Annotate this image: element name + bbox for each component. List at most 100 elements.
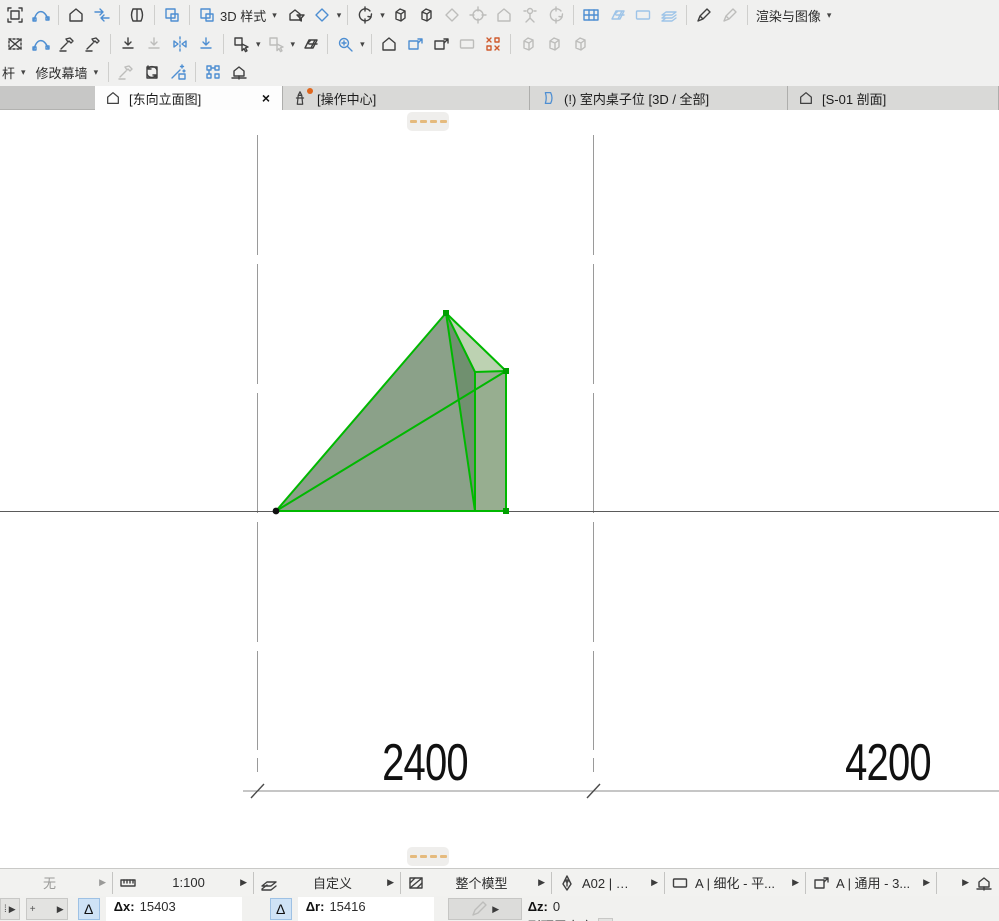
dr-field[interactable]: Δr: 15416 α: 2.23° <box>297 897 434 921</box>
bottom-pan-marker[interactable] <box>407 847 449 866</box>
polygon-edit-button[interactable] <box>28 32 54 56</box>
stretch-arrows-button[interactable] <box>89 3 115 27</box>
home-view-button[interactable] <box>376 32 402 56</box>
pick-up-icon <box>232 35 250 53</box>
chevron-down-icon[interactable]: ▾ <box>291 39 296 50</box>
tab-action-center[interactable]: [操作中心] <box>283 86 530 110</box>
add-current-view-button[interactable] <box>402 32 428 56</box>
close-icon[interactable]: × <box>258 90 274 106</box>
swap-xo-button[interactable] <box>480 32 506 56</box>
tracker-add-button[interactable]: + ▶ <box>25 898 68 920</box>
rect-frame-icon <box>671 874 689 892</box>
adjust-elements-button[interactable] <box>54 32 80 56</box>
capture-image-button[interactable] <box>2 3 28 27</box>
home-view-3d-button[interactable] <box>491 3 517 27</box>
home-3d-icon <box>495 6 513 24</box>
align-plane-button[interactable] <box>297 32 323 56</box>
copy-settings-button[interactable] <box>159 3 185 27</box>
top-pan-marker[interactable] <box>407 112 449 131</box>
roof-tool-button[interactable] <box>63 3 89 27</box>
sync-settings-button[interactable] <box>139 60 165 84</box>
dz-field[interactable]: Δz: 0 到顶层高度 ▶ <box>528 897 613 921</box>
delta-toggle-x[interactable]: Δ <box>77 898 100 920</box>
zoom-selection-button[interactable] <box>332 32 358 56</box>
elevate-button[interactable] <box>193 32 219 56</box>
perspective-view-button[interactable] <box>387 3 413 27</box>
chevron-right-icon: ▶ <box>8 903 16 914</box>
paint-brush-icon <box>695 6 713 24</box>
camera-tool-button[interactable] <box>517 3 543 27</box>
editing-plane-button[interactable] <box>630 3 656 27</box>
story-settings-button[interactable] <box>226 60 252 84</box>
model-filter-selector[interactable]: 整个模型 ▶ <box>401 869 551 896</box>
orbit-reset-button[interactable] <box>543 3 569 27</box>
magic-wand-settings-button[interactable] <box>165 60 191 84</box>
marker-style-selector[interactable]: A | 通用 - 3... ▶ <box>806 869 936 896</box>
filter-elements-3d-button[interactable] <box>283 3 309 27</box>
tab-east-elevation[interactable]: [东向立面图] × <box>95 86 283 110</box>
dimension-annotation[interactable]: 2400 4200 <box>243 733 999 799</box>
z-reference-button[interactable]: ▶ <box>447 898 522 920</box>
chevron-down-icon[interactable]: ▾ <box>337 10 342 21</box>
project-arrow-icon <box>145 35 163 53</box>
axonometry-view-button[interactable] <box>413 3 439 27</box>
tab-s01-section[interactable]: [S-01 剖面] <box>788 86 999 110</box>
model-element[interactable] <box>272 310 509 515</box>
spline-tool-button[interactable] <box>28 3 54 27</box>
project-to-story-button[interactable] <box>141 32 167 56</box>
morph-option-1-button[interactable] <box>515 32 541 56</box>
marquee-button[interactable] <box>2 32 28 56</box>
drawing-canvas[interactable]: 2400 4200 <box>0 110 999 868</box>
elevate-icon <box>197 35 215 53</box>
3d-style-button[interactable]: 3D 样式 ▾ <box>194 3 283 27</box>
relative-height-button[interactable]: ▶ <box>597 917 613 921</box>
surface-paint-button[interactable] <box>691 3 717 27</box>
mirror-button[interactable] <box>167 32 193 56</box>
model-face-main[interactable] <box>276 313 475 511</box>
adjust-hammer-icon <box>58 35 76 53</box>
pick-up-parameters-button[interactable] <box>228 32 254 56</box>
node-settings-button[interactable] <box>200 60 226 84</box>
curtain-wall-button[interactable] <box>124 3 150 27</box>
dash-icon <box>419 120 427 123</box>
trace-reference-button[interactable] <box>656 3 682 27</box>
cutting-plane-button[interactable] <box>309 3 335 27</box>
drop-to-story-button[interactable] <box>115 32 141 56</box>
scale-selector[interactable]: 1:100 ▶ <box>113 869 253 896</box>
statusbar-overflow[interactable]: ▶ <box>937 869 999 896</box>
look-to-icon <box>469 6 487 24</box>
tab-bar: [东向立面图] × [操作中心] (!) 室内桌子位 [3D / 全部] [S-… <box>0 86 999 110</box>
model-face-column[interactable] <box>475 371 506 511</box>
pen-set-selector[interactable]: A02 | 黑灰 - ... ▶ <box>552 869 664 896</box>
paint-settings-button[interactable] <box>717 3 743 27</box>
dimension-style-selector[interactable]: A | 细化 - 平... ▶ <box>665 869 805 896</box>
tracker-options-button[interactable]: ⁞ ▶ <box>0 898 20 920</box>
inject-parameters-button[interactable] <box>263 32 289 56</box>
dimension-value-right[interactable]: 4200 <box>845 733 932 791</box>
grid-overlay-button[interactable] <box>578 3 604 27</box>
modify-roof-button[interactable] <box>80 32 106 56</box>
tilted-grid-button[interactable] <box>604 3 630 27</box>
delta-toggle-r[interactable]: Δ <box>269 898 292 920</box>
hammer-disabled-button[interactable] <box>113 60 139 84</box>
dimension-value-left[interactable]: 2400 <box>382 733 469 791</box>
render-image-button[interactable]: 渲染与图像 ▾ <box>752 3 838 27</box>
section-3d-button[interactable] <box>439 3 465 27</box>
dx-field[interactable]: Δx: 15403 Δy: 634 <box>105 897 242 921</box>
send-view-button[interactable] <box>428 32 454 56</box>
morph-option-3-button[interactable] <box>567 32 593 56</box>
chevron-down-icon[interactable]: ▾ <box>256 39 261 50</box>
3d-style-icon <box>198 6 216 24</box>
look-to-button[interactable] <box>465 3 491 27</box>
layer-combination-selector[interactable]: 自定义 ▶ <box>254 869 400 896</box>
chevron-down-icon[interactable]: ▾ <box>380 10 385 21</box>
rail-dropdown[interactable]: 杆 ▾ <box>2 60 32 84</box>
morph-option-2-button[interactable] <box>541 32 567 56</box>
hammer-icon <box>117 63 135 81</box>
modify-curtain-wall-dropdown[interactable]: 修改幕墙 ▾ <box>32 60 105 84</box>
quick-options-selector[interactable]: 无 ▶ <box>0 869 112 896</box>
chevron-down-icon[interactable]: ▾ <box>360 39 365 50</box>
orbit-button[interactable] <box>352 3 378 27</box>
tab-interior-table-3d[interactable]: (!) 室内桌子位 [3D / 全部] <box>530 86 788 110</box>
clip-elements-button[interactable] <box>454 32 480 56</box>
